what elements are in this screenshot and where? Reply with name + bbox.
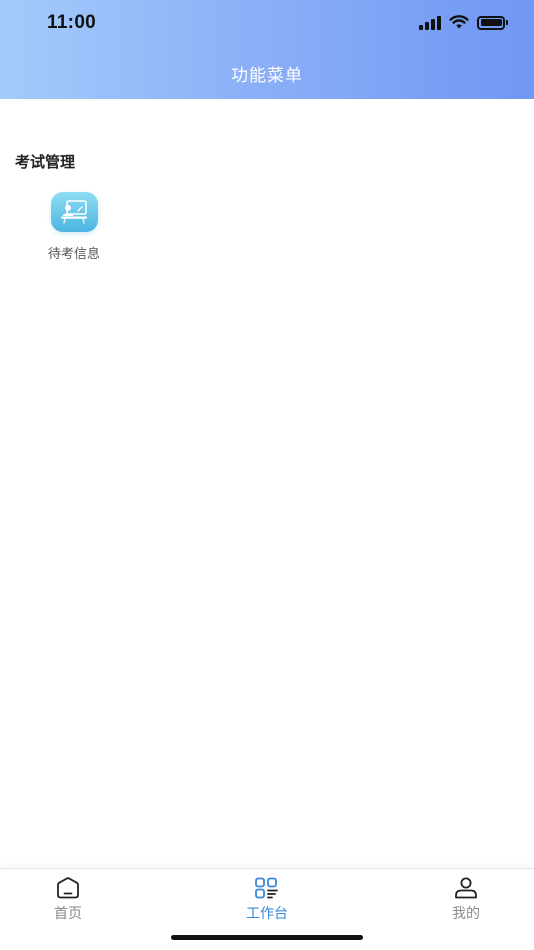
classroom-icon (50, 192, 98, 232)
status-time: 11:00 (47, 12, 97, 33)
wifi-icon (449, 15, 469, 29)
workbench-icon (254, 876, 280, 900)
battery-icon (477, 15, 508, 30)
tab-label-home: 首页 (54, 906, 82, 922)
header: 11:00 功能菜单 (0, 0, 534, 99)
status-icons (419, 15, 508, 30)
menu-item-label: 待考信息 (47, 247, 100, 262)
tab-mine[interactable]: 我的 (426, 876, 506, 923)
app-screen: 11:00 功能菜单 考试管理 待考信息 首页 工作台 我的 (0, 0, 534, 950)
tab-workbench[interactable]: 工作台 (227, 876, 307, 923)
home-icon (55, 876, 81, 900)
tab-label-mine: 我的 (452, 906, 480, 922)
tab-label-workbench: 工作台 (246, 906, 288, 922)
page-title: 功能菜单 (231, 66, 303, 86)
section-title-exam-management: 考试管理 (15, 153, 76, 171)
home-indicator (171, 935, 363, 940)
tab-home[interactable]: 首页 (28, 876, 108, 923)
user-icon (453, 876, 479, 900)
signal-icon (419, 15, 441, 30)
menu-item-pending-exam-info[interactable]: 待考信息 (34, 192, 114, 266)
